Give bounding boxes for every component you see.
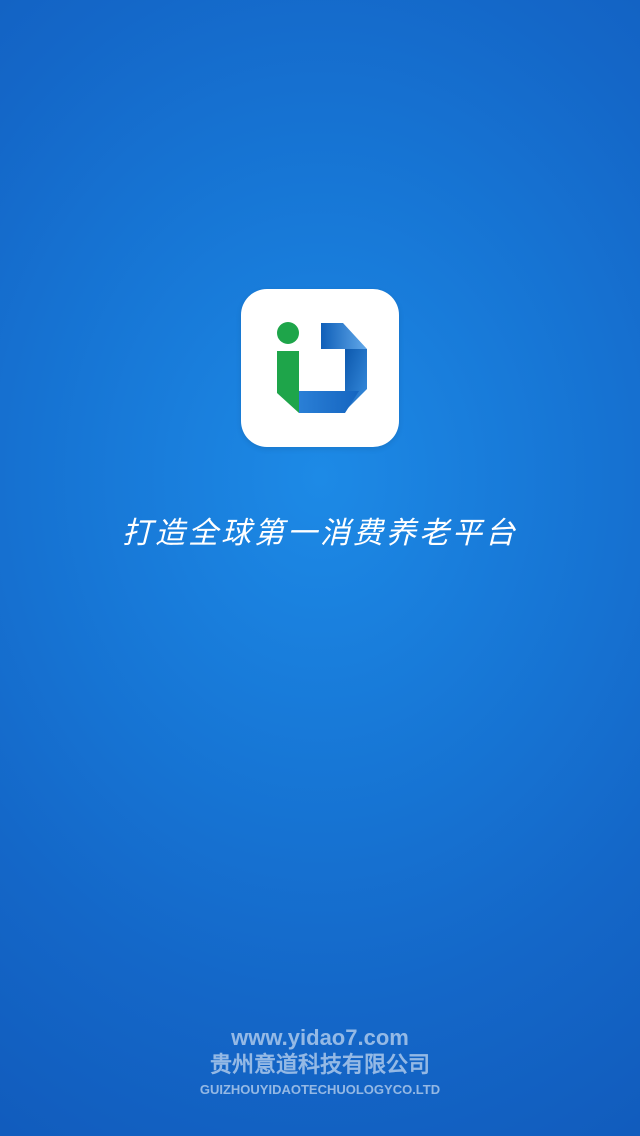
- company-name-cn: 贵州意道科技有限公司: [209, 1053, 430, 1078]
- company-name-en: GUIZHOUYIDAOTECHUOLOGYCO.LTD: [199, 1082, 441, 1097]
- splash-screen: 打造全球第一消费养老平台 www.yidao7.com 贵州意道科技有限公司 G…: [0, 0, 640, 1136]
- footer: www.yidao7.com 贵州意道科技有限公司 GUIZHOUYIDAOTE…: [0, 1024, 640, 1100]
- yidao-logo-icon: [241, 289, 399, 447]
- website-url: www.yidao7.com: [231, 1025, 409, 1050]
- slogan-text: 打造全球第一消费养老平台: [122, 516, 518, 551]
